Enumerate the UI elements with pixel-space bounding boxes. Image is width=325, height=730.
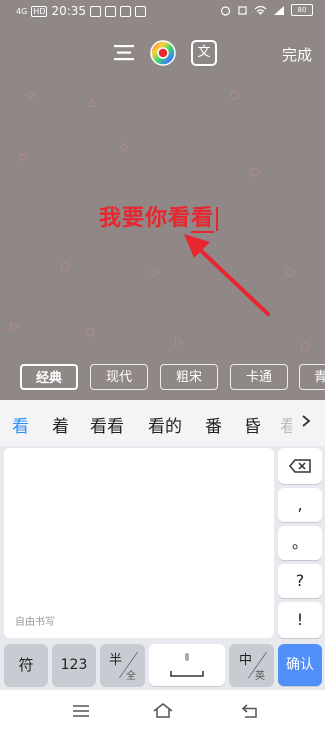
space-bar-icon	[170, 671, 204, 677]
symbol-key[interactable]: 符	[4, 644, 48, 686]
half-full-width-key[interactable]: 半 全	[100, 644, 159, 686]
style-chip-modern[interactable]: 现代	[90, 364, 148, 390]
style-chip-bold-song[interactable]: 粗宋	[160, 364, 218, 390]
candidate-word[interactable]: 看看	[90, 412, 124, 437]
half-width-label: 半	[109, 653, 123, 668]
backspace-key[interactable]	[278, 448, 322, 484]
signal-icon	[274, 5, 284, 15]
text-align-icon[interactable]	[111, 40, 137, 66]
doodle-decoration: ▷	[175, 335, 184, 348]
space-key[interactable]	[149, 644, 225, 686]
style-chip-partial[interactable]: 青	[299, 364, 325, 390]
expand-candidates-button[interactable]	[293, 410, 319, 436]
alarm-icon	[220, 5, 231, 16]
wifi-icon	[254, 5, 267, 15]
back-icon[interactable]	[241, 704, 259, 718]
typed-text: 我要你看	[99, 206, 192, 231]
editable-text-overlay[interactable]: 我要你看看	[99, 200, 219, 233]
home-icon[interactable]	[152, 702, 174, 718]
color-wheel-icon[interactable]	[150, 40, 176, 66]
candidate-word[interactable]: 看	[280, 412, 292, 437]
doodle-decoration: ◇	[26, 88, 35, 101]
candidate-word[interactable]: 看的	[148, 412, 182, 437]
doodle-decoration: ▷	[10, 320, 19, 333]
clock: 20:35	[51, 4, 87, 18]
confirm-key[interactable]: 确认	[278, 644, 322, 686]
style-chip-cartoon[interactable]: 卡通	[230, 364, 288, 390]
tiktok-icon	[135, 5, 147, 17]
candidate-word[interactable]: 看	[12, 412, 29, 437]
text-style-selector: 经典 现代 粗宋 卡通 青	[0, 364, 325, 392]
status-bar: 4G HD 20:35 80	[0, 0, 325, 22]
hd-badge: HD	[31, 5, 48, 17]
candidate-word[interactable]: 昏	[244, 412, 261, 437]
period-key[interactable]: 。	[278, 526, 322, 560]
silent-icon	[238, 5, 247, 15]
doodle-decoration: ○	[300, 340, 310, 353]
doodle-decoration: ▷	[20, 150, 29, 163]
doodle-decoration: ◇	[120, 140, 129, 153]
exclamation-key[interactable]: !	[278, 602, 322, 638]
menu-icon[interactable]	[72, 704, 90, 718]
handwriting-hint: 自由书写	[15, 617, 55, 628]
handwriting-area[interactable]	[4, 448, 274, 638]
full-width-label: 全	[126, 671, 136, 682]
text-background-toggle[interactable]: 文	[191, 40, 217, 66]
doodle-decoration: ○	[230, 88, 240, 101]
doodle-decoration: ○	[285, 265, 295, 278]
text-cursor	[216, 207, 219, 231]
app-notification-icon	[105, 5, 117, 17]
doodle-decoration: ◇	[150, 265, 159, 278]
english-label: 英	[255, 671, 265, 682]
doodle-decoration: △	[88, 95, 97, 108]
image-editor-canvas[interactable]: ◇ △ ○ ▷ ◇ ○ ○ ◇ ○ ▷ ○ ▷ ○ 4G HD 20:35 80	[0, 0, 325, 400]
numbers-key[interactable]: 123	[52, 644, 96, 686]
done-button[interactable]: 完成	[282, 44, 312, 65]
question-key[interactable]: ?	[278, 564, 322, 598]
battery-indicator: 80	[291, 4, 313, 16]
style-chip-classic[interactable]: 经典	[20, 364, 78, 390]
system-navigation-bar	[0, 690, 325, 730]
comma-key[interactable]: ,	[278, 488, 322, 522]
message-icon	[120, 5, 132, 17]
doodle-decoration: ○	[250, 165, 260, 178]
notification-icon	[90, 5, 102, 17]
candidate-word[interactable]: 着	[52, 412, 69, 437]
ime-candidate-bar: 看 着 看看 看的 番 昏 看	[0, 400, 325, 446]
candidate-word[interactable]: 番	[205, 412, 222, 437]
language-switch-key[interactable]: 中 英	[229, 644, 288, 686]
chinese-label: 中	[239, 653, 253, 668]
annotation-arrow-icon	[184, 234, 270, 316]
microphone-icon	[185, 653, 189, 661]
doodle-decoration: ○	[60, 260, 70, 273]
backspace-icon	[289, 459, 311, 473]
composing-text: 看	[191, 206, 215, 233]
doodle-decoration: ○	[85, 325, 95, 338]
network-type: 4G	[16, 6, 28, 16]
chevron-right-icon	[302, 415, 311, 427]
